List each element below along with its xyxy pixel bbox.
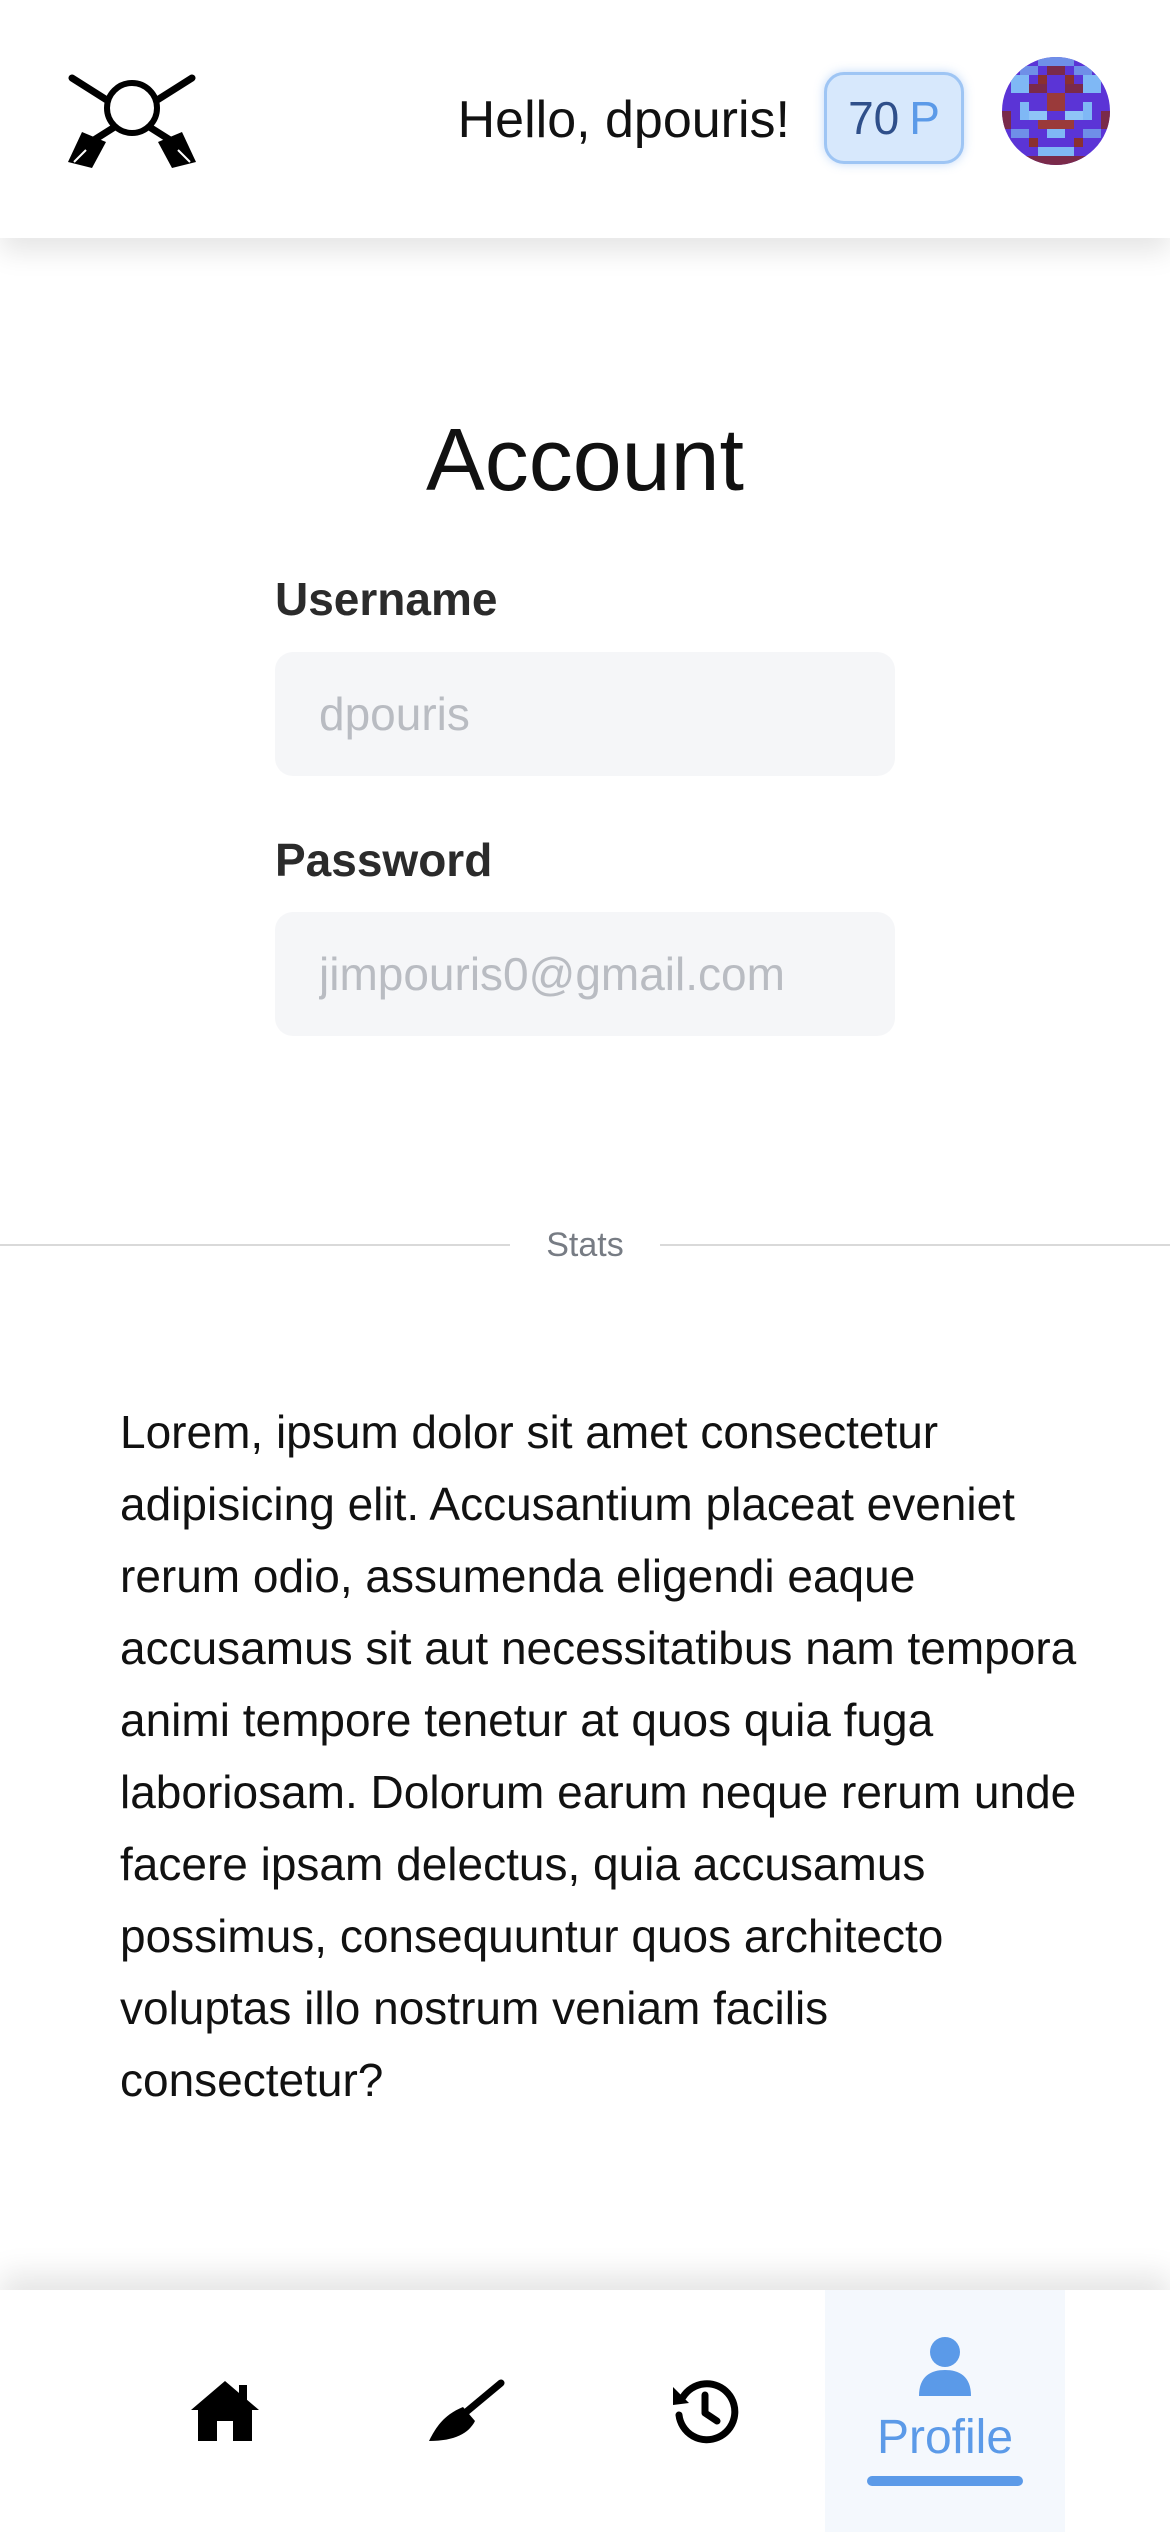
- history-icon: [673, 2380, 739, 2444]
- nav-home-button[interactable]: [105, 2290, 345, 2532]
- stats-divider: Stats: [0, 1220, 1170, 1270]
- home-icon: [191, 2381, 259, 2441]
- user-icon: [919, 2337, 971, 2396]
- page-title: Account: [426, 410, 744, 509]
- points-value: 70: [848, 92, 900, 144]
- nav-profile-button[interactable]: Profile: [825, 2290, 1065, 2532]
- nav-history-button[interactable]: [585, 2290, 825, 2532]
- crossed-brooms-logo-icon[interactable]: [62, 70, 202, 170]
- nav-active-indicator: [867, 2476, 1023, 2486]
- pixel-avatar-icon[interactable]: [1002, 57, 1110, 165]
- app-root: Hello, dpouris! 70 P Account Username dp…: [0, 0, 1170, 2532]
- stats-divider-label: Stats: [546, 1226, 624, 1264]
- broom-icon: [429, 2379, 505, 2441]
- nav-clean-button[interactable]: [345, 2290, 585, 2532]
- username-input[interactable]: [275, 652, 895, 776]
- points-badge[interactable]: 70 P: [824, 72, 964, 164]
- nav-profile-label: Profile: [876, 2411, 1014, 2464]
- password-label: Password: [275, 834, 493, 886]
- stats-text: Lorem, ipsum dolor sit amet consectetur …: [120, 1406, 1077, 2106]
- top-header: Hello, dpouris! 70 P: [0, 0, 1170, 238]
- password-input[interactable]: [275, 912, 895, 1036]
- divider-line-left: [0, 1244, 510, 1246]
- username-label: Username: [275, 573, 498, 625]
- bottom-nav: Profile: [0, 2290, 1170, 2532]
- divider-line-right: [660, 1244, 1170, 1246]
- points-unit: P: [909, 92, 940, 144]
- greeting-text: Hello, dpouris!: [457, 91, 790, 149]
